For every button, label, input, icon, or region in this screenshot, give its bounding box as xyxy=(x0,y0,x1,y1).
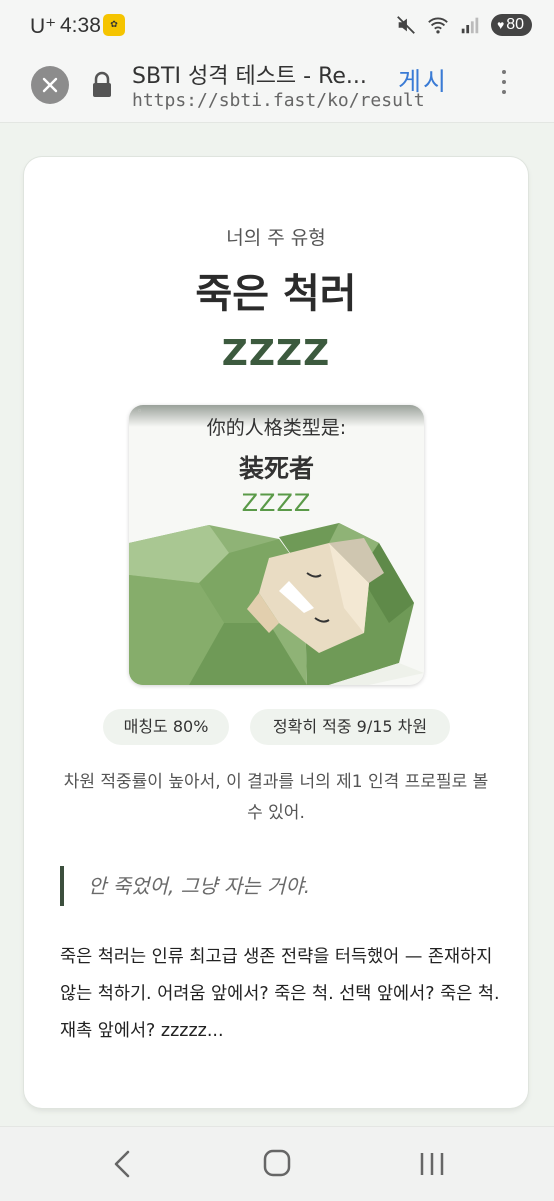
system-navigation-bar xyxy=(0,1126,554,1201)
result-description: 차원 적중률이 높아서, 이 결과를 너의 제1 인격 프로필로 볼 수 있어. xyxy=(63,772,489,823)
result-type-code: ZZZZ xyxy=(221,333,331,374)
close-tab-button[interactable] xyxy=(31,66,69,104)
clock: 4:38 xyxy=(60,14,101,37)
poster-type-name: 装死者 xyxy=(238,454,314,483)
status-icons: ♥ 80 xyxy=(395,14,532,36)
browser-toolbar: SBTI 성격 테스트 - Re... https://sbti.fast/ko… xyxy=(0,56,554,123)
notification-app-icon: ✿ xyxy=(103,14,125,36)
result-body-text: 죽은 척러는 인류 최고급 생존 전략을 터득했어 — 존재하지 않는 척하기.… xyxy=(60,947,500,1041)
result-quote: 안 죽었어, 그냥 자는 거야. xyxy=(60,866,310,906)
handwritten-annotation: 게시 xyxy=(398,67,449,96)
result-stats: 매칭도 80% 정확히 적중 9/15 차원 xyxy=(24,709,528,745)
more-vert-icon[interactable] xyxy=(498,70,510,100)
back-icon[interactable] xyxy=(110,1149,136,1179)
status-bar: U⁺ 4:38 ✿ ♥ 80 xyxy=(0,0,554,56)
result-card: 너의 주 유형 죽은 척러 ZZZZ ◦ 你的人格类型是: 装死者 ZZZZ 매… xyxy=(24,157,528,1108)
battery-protect-icon: ♥ xyxy=(497,18,505,32)
poster-heading: 你的人格类型是: xyxy=(206,417,347,439)
result-sub-label: 너의 주 유형 xyxy=(226,227,326,249)
close-icon xyxy=(42,77,58,93)
dimension-hits-pill: 정확히 적중 9/15 차원 xyxy=(250,709,450,745)
lock-icon[interactable] xyxy=(90,70,114,100)
quote-text: 안 죽었어, 그냥 자는 거야. xyxy=(88,874,311,898)
signal-icon xyxy=(461,17,479,34)
page-url[interactable]: https://sbti.fast/ko/result xyxy=(132,90,425,111)
home-icon[interactable] xyxy=(263,1149,291,1177)
wifi-icon xyxy=(428,17,448,34)
carrier-label: U⁺ xyxy=(30,15,57,38)
mute-icon xyxy=(397,16,415,34)
match-rate-pill: 매칭도 80% xyxy=(103,709,229,745)
battery-level: 80 xyxy=(506,16,524,33)
recents-icon[interactable] xyxy=(418,1151,446,1177)
page-title[interactable]: SBTI 성격 테스트 - Re... xyxy=(132,58,367,90)
result-type-name: 죽은 척러 xyxy=(195,271,357,317)
battery-indicator: ♥ 80 xyxy=(491,14,532,36)
sleeping-figure-illustration xyxy=(129,523,424,685)
result-poster-image: ◦ 你的人格类型是: 装死者 ZZZZ xyxy=(129,405,424,685)
